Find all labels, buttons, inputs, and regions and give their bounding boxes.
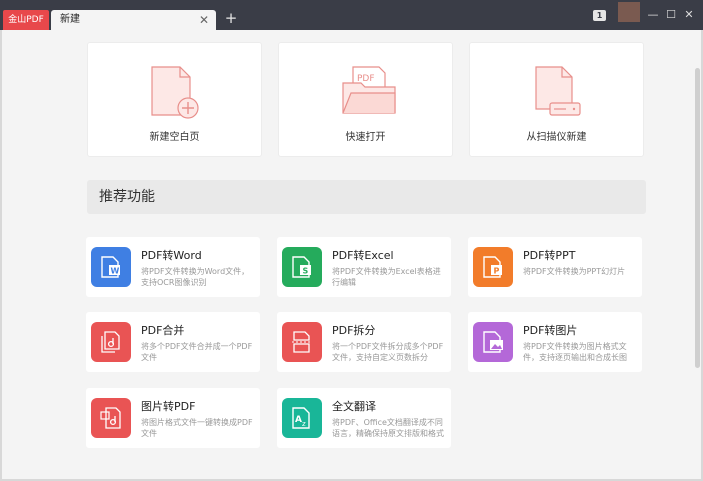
feature-pdf-split[interactable]: PDF拆分 将一个PDF文件拆分成多个PDF文件，支持自定义页数拆分 [277,312,451,372]
feature-title: PDF转PPT [523,249,576,262]
merge-icon [91,322,131,362]
svg-text:A: A [295,415,302,425]
feature-title: PDF转Word [141,249,202,262]
maximize-icon[interactable]: ☐ [663,6,679,24]
scrollbar-thumb[interactable] [695,68,700,368]
split-icon [282,322,322,362]
quick-open-label: 快速打开 [345,132,386,143]
feature-image-to-pdf[interactable]: 图片转PDF 将图片格式文件一键转换成PDF文件 [86,388,260,448]
svg-text:W: W [111,267,120,276]
image-icon [473,322,513,362]
svg-text:P: P [494,267,500,276]
image-to-pdf-icon [91,398,131,438]
feature-title: PDF转图片 [523,324,578,337]
feature-title: 全文翻译 [332,400,376,413]
new-tab-button[interactable]: + [222,8,240,28]
quick-open-card[interactable]: PDF 快速打开 [278,42,453,157]
scanner-page-icon [535,66,581,116]
feature-full-translate[interactable]: Az 全文翻译 将PDF、Office文档翻译成不同语言，精确保持原文排版和格式 [277,388,451,448]
feature-description: 将PDF文件转换为PPT幻灯片 [523,267,626,276]
feature-pdf-to-ppt[interactable]: P PDF转PPT 将PDF文件转换为PPT幻灯片 [468,237,642,297]
feature-description: 将PDF文件转换为Excel表格进行编辑 [332,267,441,287]
tab-close-icon[interactable]: ✕ [199,10,209,30]
feature-description: 将一个PDF文件拆分成多个PDF文件，支持自定义页数拆分 [332,342,444,362]
feature-title: 图片转PDF [141,400,196,413]
close-window-icon[interactable]: ✕ [681,6,697,24]
avatar[interactable] [618,2,640,22]
section-header: 推荐功能 [87,180,646,214]
app-tab[interactable]: 金山PDF [3,10,49,30]
feature-pdf-to-excel[interactable]: S PDF转Excel 将PDF文件转换为Excel表格进行编辑 [277,237,451,297]
word-icon: W [91,247,131,287]
document-tab-label: 新建 [60,14,80,25]
feature-description: 将多个PDF文件合并成一个PDF文件 [141,342,253,362]
translate-icon: Az [282,398,322,438]
title-bar: 金山PDF 新建 ✕ + 1 — ☐ ✕ [0,0,703,30]
feature-description: 将PDF文件转换为Word文件，支持OCR图像识别 [141,267,250,287]
open-folder-icon: PDF [342,66,396,114]
document-tab[interactable]: 新建 ✕ [51,10,216,30]
feature-pdf-merge[interactable]: PDF合并 将多个PDF文件合并成一个PDF文件 [86,312,260,372]
minimize-icon[interactable]: — [645,6,661,24]
feature-description: 将PDF文件转换为图片格式文件，支持逐页输出和合成长图 [523,342,627,362]
feature-pdf-to-word[interactable]: W PDF转Word 将PDF文件转换为Word文件，支持OCR图像识别 [86,237,260,297]
feature-pdf-to-image[interactable]: PDF转图片 将PDF文件转换为图片格式文件，支持逐页输出和合成长图 [468,312,642,372]
feature-title: PDF拆分 [332,324,376,337]
feature-title: PDF转Excel [332,249,394,262]
feature-description: 将图片格式文件一键转换成PDF文件 [141,418,253,438]
feature-description: 将PDF、Office文档翻译成不同语言，精确保持原文排版和格式 [332,418,444,438]
scan-new-card[interactable]: 从扫描仪新建 [469,42,644,157]
scan-new-label: 从扫描仪新建 [526,132,587,143]
new-blank-page-label: 新建空白页 [149,132,200,143]
notification-badge[interactable]: 1 [593,10,606,21]
feature-title: PDF合并 [141,324,185,337]
excel-icon: S [282,247,322,287]
svg-text:S: S [303,267,309,276]
new-blank-page-card[interactable]: 新建空白页 [87,42,262,157]
svg-text:z: z [302,420,306,428]
ppt-icon: P [473,247,513,287]
blank-page-plus-icon [151,66,199,119]
